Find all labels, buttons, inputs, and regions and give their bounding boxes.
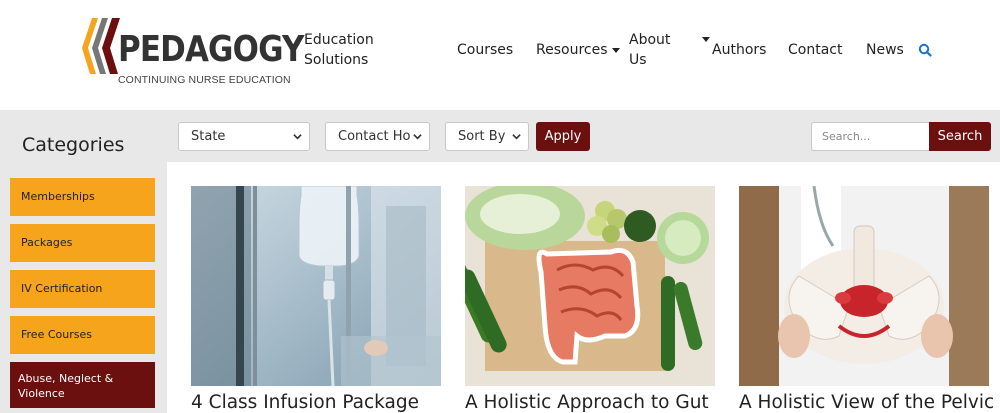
pedagogy-logo[interactable]: PEDAGOGY CONTINUING NURSE EDUCATION bbox=[82, 18, 304, 90]
nav-education-solutions-line1: Education bbox=[304, 32, 374, 48]
sort-by-select-value: Sort By bbox=[458, 129, 506, 144]
nav-news-label: News bbox=[866, 42, 904, 58]
sidebar-item-memberships[interactable]: Memberships bbox=[10, 178, 155, 216]
course-image-gut-vegetables[interactable] bbox=[465, 186, 715, 386]
nav-courses-label: Courses bbox=[457, 42, 514, 58]
logo-mark-icon bbox=[82, 18, 120, 74]
chevron-down-icon bbox=[293, 134, 302, 140]
course-title[interactable]: 4 Class Infusion Package bbox=[191, 392, 419, 413]
chevron-down-icon bbox=[413, 134, 422, 140]
contact-hours-select[interactable]: Contact Ho bbox=[325, 122, 430, 151]
nav-authors[interactable]: Authors bbox=[712, 40, 766, 60]
search-icon[interactable] bbox=[918, 43, 932, 57]
categories-sidebar: Categories Memberships Packages IV Certi… bbox=[0, 110, 167, 413]
sidebar-item-packages[interactable]: Packages bbox=[10, 224, 155, 262]
nav-education-solutions-line2: Solutions bbox=[304, 52, 369, 68]
apply-button[interactable]: Apply bbox=[536, 122, 590, 151]
contact-hours-select-value: Contact Ho bbox=[338, 129, 411, 144]
sidebar-item-abuse-neglect-violence[interactable]: Abuse, Neglect & Violence bbox=[10, 362, 155, 408]
nav-education-solutions[interactable]: Education Solutions bbox=[304, 30, 374, 70]
search-input[interactable]: Search... bbox=[811, 122, 930, 151]
search-button[interactable]: Search bbox=[929, 122, 991, 151]
chevron-down-icon bbox=[512, 134, 521, 140]
nav-about-us[interactable]: About Us bbox=[629, 30, 711, 70]
nav-about-us-line2: Us bbox=[629, 52, 647, 68]
nav-about-us-line1: About bbox=[629, 30, 711, 50]
chevron-down-icon bbox=[702, 37, 711, 42]
nav-resources-label: Resources bbox=[536, 42, 608, 58]
course-title[interactable]: A Holistic View of the Pelvic bbox=[739, 392, 994, 413]
course-card[interactable]: A Holistic Approach to Gut bbox=[465, 186, 715, 413]
categories-title: Categories bbox=[22, 134, 125, 156]
course-title[interactable]: A Holistic Approach to Gut bbox=[465, 392, 709, 413]
logo-wordmark: PEDAGOGY bbox=[118, 29, 304, 70]
course-grid: 4 Class Infusion Package A Holistic Appr… bbox=[167, 162, 1000, 413]
course-image-pelvis-model[interactable] bbox=[739, 186, 989, 386]
sidebar-item-free-courses[interactable]: Free Courses bbox=[10, 316, 155, 354]
nav-resources[interactable]: Resources bbox=[536, 40, 620, 60]
nav-courses[interactable]: Courses bbox=[457, 40, 513, 60]
sort-by-select[interactable]: Sort By bbox=[445, 122, 529, 151]
course-image-iv-drip[interactable] bbox=[191, 186, 441, 386]
site-header: PEDAGOGY CONTINUING NURSE EDUCATION Educ… bbox=[0, 0, 1000, 110]
nav-authors-label: Authors bbox=[712, 42, 767, 58]
nav-contact-label: Contact bbox=[788, 42, 843, 58]
course-card[interactable]: 4 Class Infusion Package bbox=[191, 186, 441, 413]
logo-subtitle: CONTINUING NURSE EDUCATION bbox=[118, 74, 291, 86]
state-select-value: State bbox=[191, 129, 226, 144]
nav-news[interactable]: News bbox=[866, 40, 904, 60]
sidebar-item-iv-certification[interactable]: IV Certification bbox=[10, 270, 155, 308]
course-card[interactable]: A Holistic View of the Pelvic bbox=[739, 186, 994, 413]
chevron-down-icon bbox=[611, 47, 620, 53]
nav-contact[interactable]: Contact bbox=[788, 40, 842, 60]
state-select[interactable]: State bbox=[178, 122, 310, 151]
